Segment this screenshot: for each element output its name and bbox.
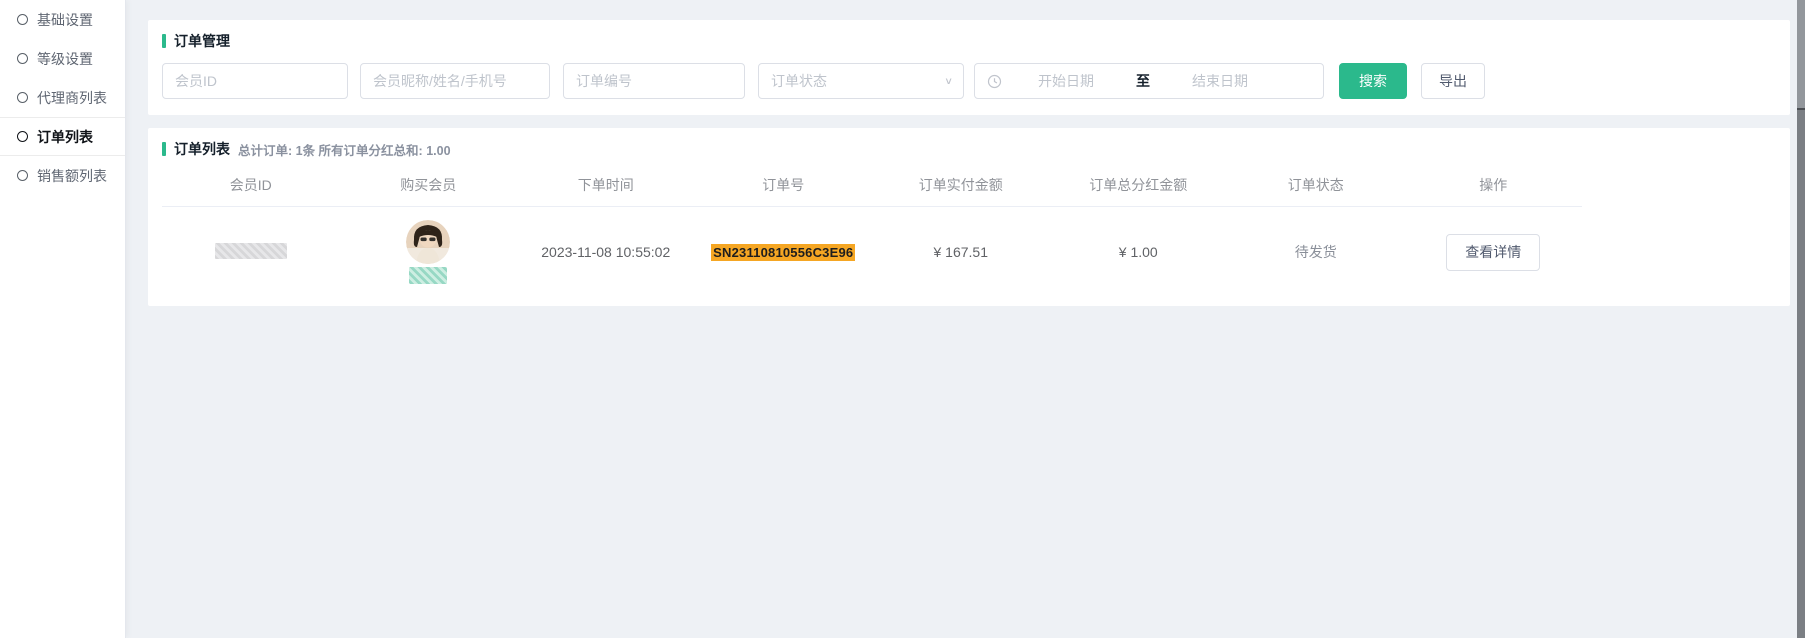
order-status-placeholder: 订单状态: [771, 71, 944, 91]
title-accent-bar: [162, 34, 166, 48]
col-dividend-amount: 订单总分红金额: [1050, 164, 1228, 206]
search-button[interactable]: 搜索: [1339, 63, 1407, 99]
sidebar-item-label: 代理商列表: [37, 88, 107, 108]
member-name-input[interactable]: [360, 63, 550, 99]
order-list-card: 订单列表 总计订单: 1条 所有订单分红总和: 1.00 会员ID 购买会员 下…: [148, 128, 1790, 306]
chevron-down-icon: ∨: [944, 75, 953, 86]
dividend-amount-cell: ¥ 1.00: [1050, 206, 1228, 298]
order-list-summary: 总计订单: 1条 所有订单分红总和: 1.00: [238, 140, 451, 159]
orders-table: 会员ID 购买会员 下单时间 订单号 订单实付金额 订单总分红金额 订单状态 操…: [162, 164, 1582, 298]
order-no-cell: SN23110810556C3E96: [695, 206, 873, 298]
sidebar: 基础设置 等级设置 代理商列表 订单列表 销售额列表: [0, 0, 126, 638]
start-date-input[interactable]: [1002, 73, 1130, 89]
end-date-input[interactable]: [1156, 73, 1284, 89]
sidebar-item-label: 基础设置: [37, 10, 93, 30]
export-button[interactable]: 导出: [1421, 63, 1485, 99]
radio-circle-icon: [17, 131, 28, 142]
radio-circle-icon: [17, 170, 28, 181]
sidebar-item-order-list[interactable]: 订单列表: [0, 117, 125, 156]
date-range-picker[interactable]: 至: [974, 63, 1324, 99]
scrollbar-thumb[interactable]: [1797, 0, 1805, 110]
order-no-highlighted: SN23110810556C3E96: [711, 244, 855, 261]
status-badge: 待发货: [1295, 244, 1337, 260]
redacted-nickname: [409, 267, 447, 284]
buyer-cell: [340, 206, 518, 298]
sidebar-item-basic-settings[interactable]: 基础设置: [0, 0, 125, 39]
paid-amount-cell: ¥ 167.51: [872, 206, 1050, 298]
order-status-cell: 待发货: [1227, 206, 1405, 298]
sidebar-item-label: 销售额列表: [37, 166, 107, 186]
col-order-time: 下单时间: [517, 164, 695, 206]
col-order-status: 订单状态: [1227, 164, 1405, 206]
page-title: 订单管理: [174, 31, 230, 51]
col-paid-amount: 订单实付金额: [872, 164, 1050, 206]
actions-cell: 查看详情: [1405, 206, 1583, 298]
view-detail-button[interactable]: 查看详情: [1446, 234, 1540, 271]
sidebar-item-sales-list[interactable]: 销售额列表: [0, 156, 125, 195]
sidebar-item-label: 订单列表: [37, 127, 93, 147]
order-time-cell: 2023-11-08 10:55:02: [517, 206, 695, 298]
date-range-separator: 至: [1130, 71, 1156, 91]
col-order-no: 订单号: [695, 164, 873, 206]
member-id-cell: [162, 206, 340, 298]
main-content: 订单管理 订单状态 ∨ 至 搜索 导出: [148, 0, 1790, 306]
vertical-scrollbar[interactable]: [1797, 0, 1805, 638]
sidebar-item-label: 等级设置: [37, 49, 93, 69]
order-status-select[interactable]: 订单状态 ∨: [758, 63, 964, 99]
order-management-card: 订单管理 订单状态 ∨ 至 搜索 导出: [148, 20, 1790, 115]
radio-circle-icon: [17, 53, 28, 64]
member-id-input[interactable]: [162, 63, 348, 99]
avatar: [406, 220, 450, 264]
redacted-member-id: [215, 243, 287, 259]
col-member-id: 会员ID: [162, 164, 340, 206]
sidebar-item-level-settings[interactable]: 等级设置: [0, 39, 125, 78]
col-actions: 操作: [1405, 164, 1583, 206]
order-number-input[interactable]: [563, 63, 745, 99]
clock-icon: [987, 74, 1002, 89]
col-buyer: 购买会员: [340, 164, 518, 206]
sidebar-item-agent-list[interactable]: 代理商列表: [0, 78, 125, 117]
title-accent-bar: [162, 142, 166, 156]
table-header-row: 会员ID 购买会员 下单时间 订单号 订单实付金额 订单总分红金额 订单状态 操…: [162, 164, 1582, 206]
radio-circle-icon: [17, 14, 28, 25]
radio-circle-icon: [17, 92, 28, 103]
table-row: 2023-11-08 10:55:02 SN23110810556C3E96 ¥…: [162, 206, 1582, 298]
order-list-title: 订单列表: [174, 139, 230, 159]
